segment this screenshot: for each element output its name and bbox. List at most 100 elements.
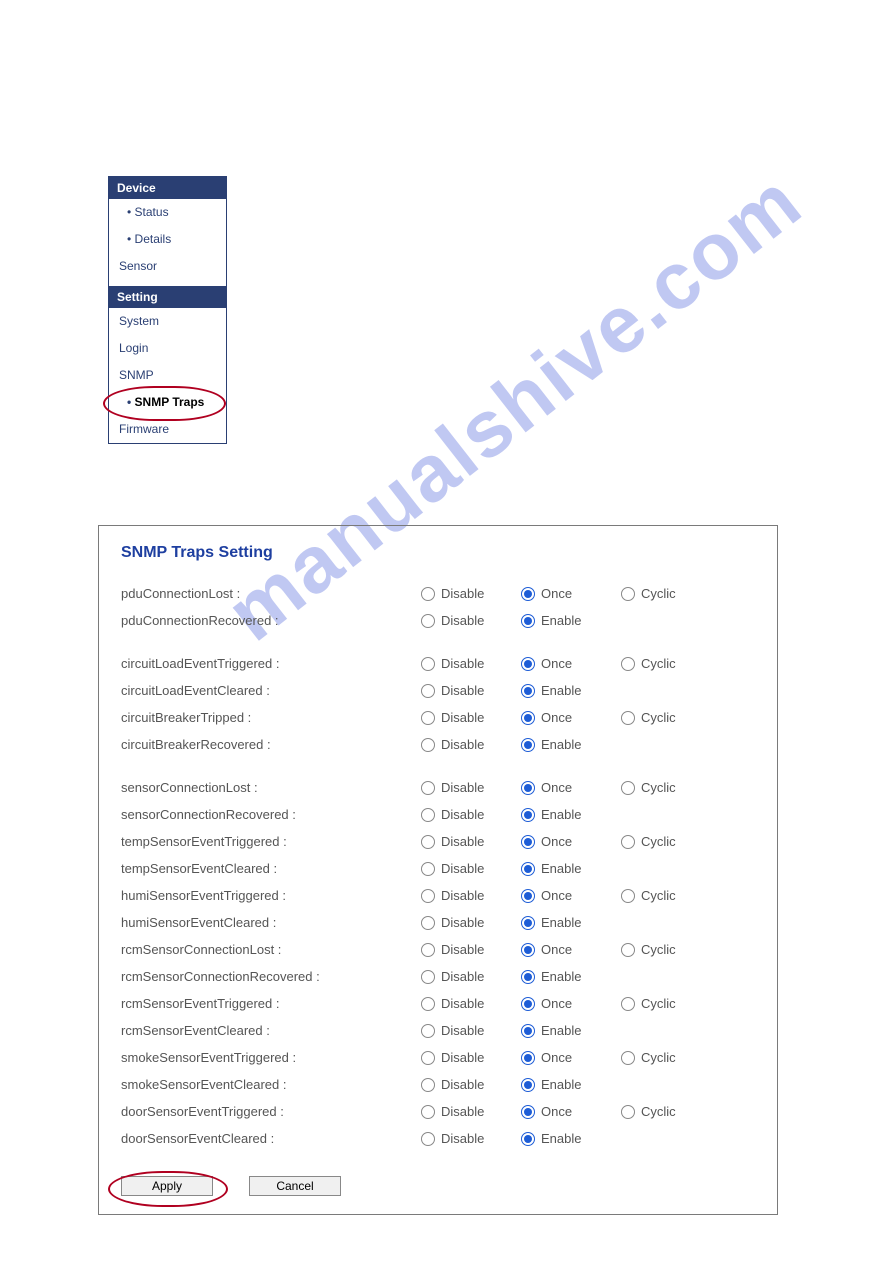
trap-row: doorSensorEventCleared :DisableEnable	[121, 1125, 759, 1152]
radio-once[interactable]	[521, 889, 535, 903]
radio-enable[interactable]	[521, 1078, 535, 1092]
nav-item-snmp-traps[interactable]: SNMP Traps	[109, 389, 226, 416]
nav-item-snmp[interactable]: SNMP	[109, 362, 226, 389]
radio-enable[interactable]	[521, 684, 535, 698]
radio-enable[interactable]	[521, 1132, 535, 1146]
trap-option: Disable	[421, 1131, 521, 1146]
radio-label: Disable	[441, 656, 484, 671]
trap-option: Once	[521, 942, 621, 957]
radio-disable[interactable]	[421, 1132, 435, 1146]
trap-option: Disable	[421, 969, 521, 984]
radio-enable[interactable]	[521, 970, 535, 984]
radio-cyclic[interactable]	[621, 1105, 635, 1119]
trap-option: Enable	[521, 915, 621, 930]
trap-option: Disable	[421, 656, 521, 671]
trap-option: Disable	[421, 942, 521, 957]
radio-label: Cyclic	[641, 996, 676, 1011]
nav-item-login[interactable]: Login	[109, 335, 226, 362]
radio-once[interactable]	[521, 587, 535, 601]
trap-option: Disable	[421, 1023, 521, 1038]
trap-option: Disable	[421, 683, 521, 698]
trap-option: Once	[521, 888, 621, 903]
apply-button[interactable]: Apply	[121, 1176, 213, 1196]
radio-cyclic[interactable]	[621, 781, 635, 795]
nav-item-details[interactable]: Details	[109, 226, 226, 253]
radio-disable[interactable]	[421, 943, 435, 957]
radio-disable[interactable]	[421, 781, 435, 795]
radio-label: Disable	[441, 915, 484, 930]
radio-cyclic[interactable]	[621, 997, 635, 1011]
radio-enable[interactable]	[521, 738, 535, 752]
radio-label: Cyclic	[641, 1104, 676, 1119]
radio-disable[interactable]	[421, 1078, 435, 1092]
trap-option: Disable	[421, 996, 521, 1011]
radio-once[interactable]	[521, 1105, 535, 1119]
radio-disable[interactable]	[421, 684, 435, 698]
radio-disable[interactable]	[421, 1051, 435, 1065]
radio-disable[interactable]	[421, 835, 435, 849]
radio-enable[interactable]	[521, 1024, 535, 1038]
trap-option: Cyclic	[621, 780, 721, 795]
trap-row: humiSensorEventTriggered :DisableOnceCyc…	[121, 882, 759, 909]
radio-disable[interactable]	[421, 738, 435, 752]
radio-label: Disable	[441, 969, 484, 984]
radio-label: Disable	[441, 861, 484, 876]
radio-cyclic[interactable]	[621, 587, 635, 601]
radio-cyclic[interactable]	[621, 889, 635, 903]
radio-disable[interactable]	[421, 997, 435, 1011]
radio-disable[interactable]	[421, 1105, 435, 1119]
radio-disable[interactable]	[421, 1024, 435, 1038]
trap-label: pduConnectionRecovered :	[121, 613, 421, 628]
trap-option: Once	[521, 1050, 621, 1065]
radio-disable[interactable]	[421, 970, 435, 984]
radio-enable[interactable]	[521, 808, 535, 822]
radio-label: Enable	[541, 737, 581, 752]
trap-row: circuitBreakerRecovered :DisableEnable	[121, 731, 759, 758]
radio-disable[interactable]	[421, 711, 435, 725]
trap-option: Enable	[521, 1077, 621, 1092]
radio-cyclic[interactable]	[621, 711, 635, 725]
radio-once[interactable]	[521, 835, 535, 849]
radio-enable[interactable]	[521, 614, 535, 628]
radio-disable[interactable]	[421, 808, 435, 822]
radio-once[interactable]	[521, 781, 535, 795]
radio-cyclic[interactable]	[621, 657, 635, 671]
radio-cyclic[interactable]	[621, 835, 635, 849]
radio-once[interactable]	[521, 657, 535, 671]
nav-item-system[interactable]: System	[109, 308, 226, 335]
trap-row: rcmSensorEventCleared :DisableEnable	[121, 1017, 759, 1044]
trap-label: smokeSensorEventCleared :	[121, 1077, 421, 1092]
radio-disable[interactable]	[421, 614, 435, 628]
trap-option: Cyclic	[621, 888, 721, 903]
radio-once[interactable]	[521, 1051, 535, 1065]
nav-item-status[interactable]: Status	[109, 199, 226, 226]
radio-once[interactable]	[521, 997, 535, 1011]
trap-label: circuitBreakerTripped :	[121, 710, 421, 725]
radio-label: Cyclic	[641, 586, 676, 601]
radio-enable[interactable]	[521, 916, 535, 930]
radio-cyclic[interactable]	[621, 1051, 635, 1065]
nav-item-sensor[interactable]: Sensor	[109, 253, 226, 280]
radio-label: Disable	[441, 942, 484, 957]
trap-label: rcmSensorConnectionLost :	[121, 942, 421, 957]
radio-disable[interactable]	[421, 862, 435, 876]
trap-option: Enable	[521, 969, 621, 984]
radio-disable[interactable]	[421, 916, 435, 930]
radio-label: Cyclic	[641, 888, 676, 903]
radio-cyclic[interactable]	[621, 943, 635, 957]
trap-option: Cyclic	[621, 834, 721, 849]
trap-row: rcmSensorConnectionLost :DisableOnceCycl…	[121, 936, 759, 963]
radio-disable[interactable]	[421, 657, 435, 671]
radio-disable[interactable]	[421, 889, 435, 903]
radio-label: Cyclic	[641, 656, 676, 671]
radio-disable[interactable]	[421, 587, 435, 601]
button-row: Apply Cancel	[121, 1176, 759, 1196]
trap-row: tempSensorEventTriggered :DisableOnceCyc…	[121, 828, 759, 855]
nav-item-firmware[interactable]: Firmware	[109, 416, 226, 443]
radio-label: Once	[541, 656, 572, 671]
radio-once[interactable]	[521, 711, 535, 725]
cancel-button[interactable]: Cancel	[249, 1176, 341, 1196]
radio-enable[interactable]	[521, 862, 535, 876]
radio-once[interactable]	[521, 943, 535, 957]
trap-row: circuitLoadEventTriggered :DisableOnceCy…	[121, 650, 759, 677]
